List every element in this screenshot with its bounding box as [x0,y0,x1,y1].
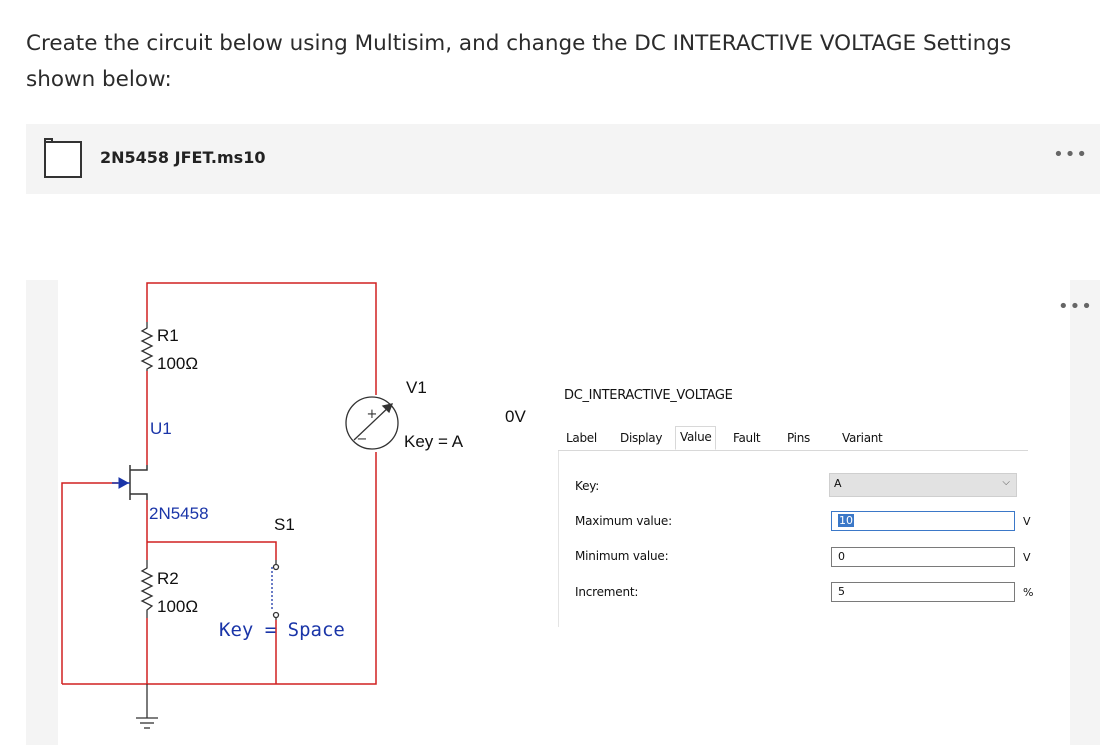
r1-name-label: R1 [157,326,179,345]
r1-value-label: 100Ω [157,354,198,373]
increment-label: Increment: [575,585,639,599]
u1-name-label: U1 [150,419,172,438]
max-value-text: 10 [838,514,854,527]
s1-name-label: S1 [274,515,295,534]
r2-value-label: 100Ω [157,597,198,616]
tab-fault[interactable]: Fault [733,431,761,445]
increment-field[interactable]: 5 [831,582,1015,602]
u1-part-label: 2N5458 [149,504,209,523]
v1-name-label: V1 [406,378,427,397]
ground-symbol [136,684,158,729]
max-value-field[interactable]: 10 [831,511,1015,531]
s1-switch [271,560,280,620]
key-label: Key: [575,479,600,493]
tab-label[interactable]: Label [566,431,597,445]
dialog-tabs: Label Display Value Fault Pins Variant [558,426,1028,451]
tab-display[interactable]: Display [620,431,662,445]
min-value-text: 0 [838,550,845,563]
chevron-down-icon: ⌵ [1002,477,1010,488]
r1-resistor [140,322,154,371]
v1-plus-sign: + [367,407,378,422]
tab-pins[interactable]: Pins [787,431,810,445]
min-value-unit: V [1023,551,1031,564]
r2-resistor [140,560,154,618]
r2-name-label: R2 [157,569,179,588]
value-tab-panel: Key: A ⌵ Maximum value: 10 V Minimum val… [558,451,1033,627]
tab-value[interactable]: Value [675,426,717,450]
max-value-label: Maximum value: [575,514,672,528]
tab-variant[interactable]: Variant [842,431,883,445]
v1-key-label: Key = A [404,432,464,451]
v1-minus-sign: − [357,432,368,447]
s1-key-label: Key = Space [219,619,345,641]
key-select-value: A [834,477,842,490]
max-value-unit: V [1023,515,1031,528]
circuit-schematic: R1 100Ω U1 2N5458 S1 Key = Space R2 100Ω… [61,282,526,729]
key-select[interactable]: A ⌵ [829,473,1017,497]
v1-reading-label: 0V [505,407,526,426]
min-value-label: Minimum value: [575,549,669,563]
min-value-field[interactable]: 0 [831,547,1015,567]
increment-text: 5 [838,585,845,598]
increment-unit: % [1023,586,1034,599]
u1-jfet [112,465,148,500]
v1-voltage-source [345,396,399,450]
dc-interactive-voltage-dialog: DC_INTERACTIVE_VOLTAGE Label Display Val… [558,380,1038,630]
dialog-title: DC_INTERACTIVE_VOLTAGE [564,388,733,403]
